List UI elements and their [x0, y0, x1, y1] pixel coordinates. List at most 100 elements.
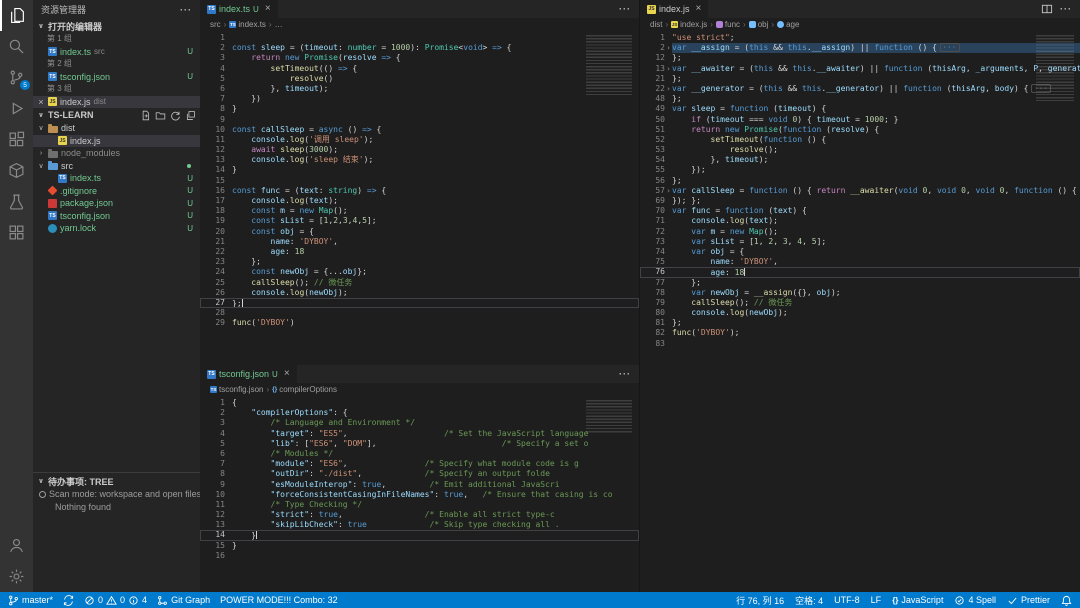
code-line[interactable]: 29 func('DYBOY') — [200, 318, 639, 328]
more-actions-icon[interactable]: ··· — [619, 369, 631, 379]
todo-item[interactable]: Scan mode: workspace and open files — [33, 488, 200, 501]
code-line[interactable]: 13 "skipLibCheck": true /* Skip type che… — [200, 520, 639, 530]
code-line[interactable]: 11 console.log('调用 sleep'); — [200, 135, 639, 145]
cursor-position[interactable]: 行 76, 列 16 — [736, 594, 784, 607]
code-line[interactable]: 73 var sList = [1, 2, 3, 4, 5]; — [640, 237, 1080, 247]
code-line[interactable]: 2 const sleep = (timeout: number = 1000):… — [200, 43, 639, 53]
code-line[interactable]: 4 "target": "ES5", /* Set the JavaScript… — [200, 429, 639, 439]
code-line[interactable]: 56}; — [640, 176, 1080, 186]
code-line[interactable]: 69}); }; — [640, 196, 1080, 206]
tree-file--gitignore[interactable]: .gitignore U — [33, 185, 200, 198]
code-line[interactable]: 9 "esModuleInterop": true, /* Emit addit… — [200, 480, 639, 490]
open-editor-item[interactable]: × JS index.js dist — [33, 95, 200, 108]
code-line[interactable]: 20 const obj = { — [200, 227, 639, 237]
code-line[interactable]: 22 › var __generator = (this && this.__gen… — [640, 83, 1080, 94]
breadcrumb-item[interactable]: {} compilerOptions — [272, 385, 337, 394]
code-line[interactable]: 51 return new Promise(function (resolve)… — [640, 125, 1080, 135]
code-line[interactable]: 26 console.log(newObj); — [200, 288, 639, 298]
code-editor-index-js[interactable]: 1 "use strict"; 2 › var __assign = (this && … — [640, 31, 1080, 592]
more-actions-icon[interactable]: ··· — [1060, 4, 1072, 14]
code-line[interactable]: 77 }; — [640, 278, 1080, 288]
code-line[interactable]: 79 callSleep(); // 微任务 — [640, 298, 1080, 308]
code-line[interactable]: 21}; — [640, 74, 1080, 84]
code-line[interactable]: 54 }, timeout); — [640, 155, 1080, 165]
code-line[interactable]: 1{ — [200, 398, 639, 408]
code-line[interactable]: 18 const m = new Map(); — [200, 206, 639, 216]
tab-index-ts[interactable]: TS index.ts U × — [200, 0, 278, 18]
code-line[interactable]: 13 console.log('sleep 结束'); — [200, 155, 639, 165]
dashboard-grid-icon[interactable] — [0, 217, 33, 248]
tree-folder-node-modules[interactable]: › node_modules — [33, 147, 200, 160]
code-line[interactable]: 13 › var __awaiter = (this && this.__await… — [640, 64, 1080, 74]
split-editor-icon[interactable] — [1041, 3, 1053, 15]
code-line[interactable]: 5 "lib": ["ES6", "DOM"], /* Specify a se… — [200, 439, 639, 449]
code-line[interactable]: 75 name: 'DYBOY', — [640, 257, 1080, 267]
breadcrumb-item[interactable]: JS index.js — [671, 20, 707, 29]
code-editor-tsconfig-json[interactable]: 1{2 "compilerOptions": {3 /* Language an… — [200, 396, 639, 592]
code-line[interactable]: 16 const func = (text: string) => { — [200, 186, 639, 196]
encoding-indicator[interactable]: UTF-8 — [834, 595, 860, 605]
spell-checker-status[interactable]: 4 Spell — [954, 595, 996, 606]
code-line[interactable]: 9 — [200, 115, 639, 125]
code-line[interactable]: 14 } — [200, 530, 639, 541]
extensions-icon[interactable] — [0, 124, 33, 155]
power-mode-indicator[interactable]: POWER MODE!!! Combo: 32 — [220, 595, 338, 605]
code-line[interactable]: 3 /* Language and Environment */ — [200, 418, 639, 428]
code-line[interactable]: 2 "compilerOptions": { — [200, 408, 639, 418]
code-line[interactable]: 81}; — [640, 318, 1080, 328]
code-line[interactable]: 5 resolve() — [200, 74, 639, 84]
code-line[interactable]: 24 const newObj = {...obj}; — [200, 267, 639, 277]
account-icon[interactable] — [0, 530, 33, 561]
breadcrumb-item[interactable]: … — [275, 20, 283, 29]
code-line[interactable]: 71 console.log(text); — [640, 216, 1080, 226]
code-line[interactable]: 6 }, timeout); — [200, 84, 639, 94]
code-line[interactable]: 1 "use strict"; — [640, 33, 1080, 43]
code-line[interactable]: 14} — [200, 165, 639, 175]
code-line[interactable]: 12}; — [640, 53, 1080, 63]
close-icon[interactable]: × — [265, 4, 271, 14]
code-line[interactable]: 7 }) — [200, 94, 639, 104]
breadcrumb-item[interactable]: obj — [748, 20, 768, 29]
code-line[interactable]: 27}; — [200, 297, 639, 309]
code-line[interactable]: 8 "outDir": "./dist", /* Specify an outp… — [200, 469, 639, 479]
git-graph-button[interactable]: Git Graph — [157, 595, 210, 606]
code-line[interactable]: 74 var obj = { — [640, 247, 1080, 257]
code-line[interactable]: 57 › var callSleep = function () { return … — [640, 185, 1080, 196]
project-root-header[interactable]: ∨ TS-LEARN — [33, 108, 200, 122]
code-line[interactable]: 10 const callSleep = async () => { — [200, 125, 639, 135]
minimap[interactable] — [582, 396, 639, 436]
code-line[interactable]: 82 func('DYBOY'); — [640, 328, 1080, 338]
open-editor-item[interactable]: TS index.ts src U — [33, 46, 200, 59]
breadcrumb-item[interactable]: age — [777, 20, 799, 29]
code-line[interactable]: 6 /* Modules */ — [200, 449, 639, 459]
explorer-icon[interactable] — [0, 0, 33, 31]
code-line[interactable]: 12 "strict": true, /* Enable all strict … — [200, 510, 639, 520]
code-line[interactable]: 21 name: 'DYBOY', — [200, 237, 639, 247]
code-line[interactable]: 15} — [200, 541, 639, 551]
breadcrumb-item[interactable]: func — [715, 20, 740, 29]
close-icon[interactable]: × — [284, 369, 290, 379]
eol-indicator[interactable]: LF — [871, 595, 882, 605]
code-line[interactable]: 10 "forceConsistentCasingInFileNames": t… — [200, 490, 639, 500]
tree-folder-src[interactable]: ∨ src — [33, 160, 200, 173]
refresh-icon[interactable] — [170, 110, 181, 121]
code-line[interactable]: 72 var m = new Map(); — [640, 227, 1080, 237]
code-line[interactable]: 70 var func = function (text) { — [640, 206, 1080, 216]
run-debug-icon[interactable] — [0, 93, 33, 124]
code-line[interactable]: 78 var newObj = __assign({}, obj); — [640, 288, 1080, 298]
breadcrumb-item[interactable]: src — [210, 20, 221, 29]
breadcrumb-item[interactable]: TS index.ts — [229, 20, 266, 29]
code-line[interactable]: 3 return new Promise(resolve => { — [200, 53, 639, 63]
tree-file-package-json[interactable]: package.json U — [33, 197, 200, 210]
prettier-status[interactable]: Prettier — [1007, 595, 1050, 606]
code-line[interactable]: 25 callSleep(); // 微任务 — [200, 278, 639, 288]
git-branch-indicator[interactable]: master* — [8, 595, 53, 606]
language-mode[interactable]: {} JavaScript — [892, 595, 943, 605]
code-line[interactable]: 11 /* Type Checking */ — [200, 500, 639, 510]
tree-file-index-ts[interactable]: TS index.ts U — [33, 172, 200, 185]
code-line[interactable]: 22 age: 18 — [200, 247, 639, 257]
notifications-bell-icon[interactable] — [1061, 595, 1072, 606]
tree-file-tsconfig-json[interactable]: TS tsconfig.json U — [33, 210, 200, 223]
breadcrumb-item[interactable]: dist — [650, 20, 662, 29]
todo-tree-header[interactable]: ∨ 待办事项: TREE — [33, 474, 200, 488]
